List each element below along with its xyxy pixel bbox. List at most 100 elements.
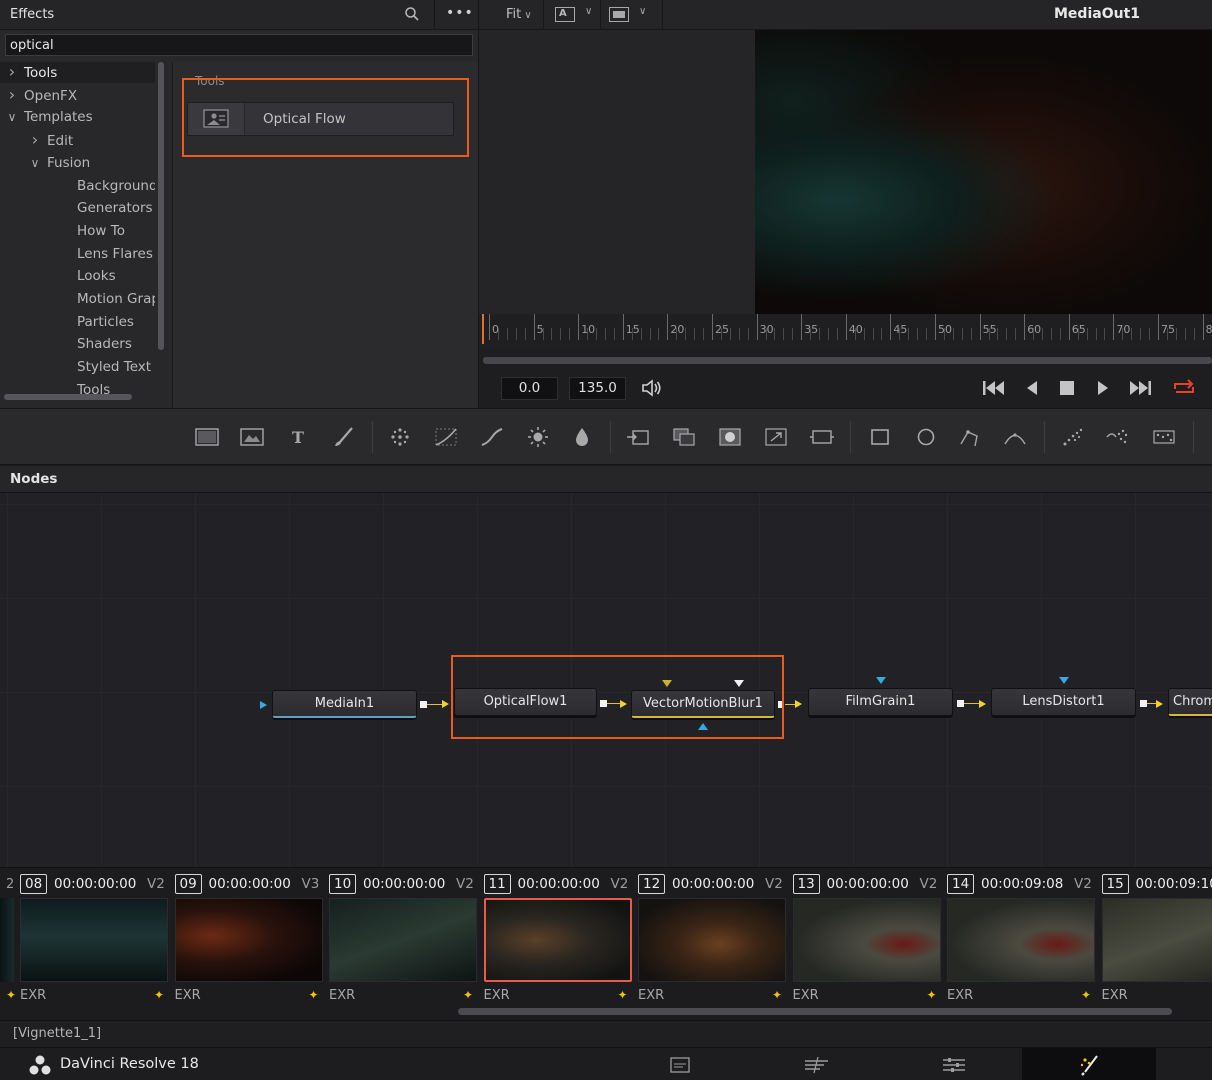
clip-item[interactable]: 12 00:00:00:00 V2 EXR ✦ <box>618 874 786 1014</box>
ruler-tick <box>1158 314 1159 340</box>
ruler-tick <box>1202 314 1204 340</box>
clip-item[interactable]: 14 00:00:09:08 V2 EXR ✦ <box>927 874 1095 1014</box>
ruler-minor-tick <box>640 328 642 340</box>
nodes-header <box>0 466 1212 493</box>
polygon-mask-icon[interactable] <box>956 425 984 449</box>
tree-item-fusion[interactable]: ∨ Fusion <box>0 152 155 174</box>
chevron-down-icon[interactable]: ∨ <box>4 106 20 128</box>
node-lensdistort1[interactable]: LensDistort1 <box>991 688 1136 716</box>
play-reverse-icon[interactable] <box>1025 380 1039 396</box>
blur-tool-icon[interactable] <box>386 425 414 449</box>
tree-item-edit[interactable]: › Edit <box>0 129 155 151</box>
node-chrom[interactable]: Chrom <box>1168 688 1212 716</box>
color-correct-icon[interactable] <box>478 425 506 449</box>
effects-search-input[interactable] <box>5 34 473 56</box>
bspline-mask-icon[interactable] <box>1001 425 1029 449</box>
clip-item[interactable]: 13 00:00:00:00 V2 EXR ✦ <box>773 874 941 1014</box>
tree-item-lens-flares[interactable]: Lens Flares <box>0 243 155 265</box>
clip-item[interactable]: 11 00:00:00:00 V2 EXR ✦ <box>464 874 632 1014</box>
edit-page-icon[interactable] <box>940 1055 968 1075</box>
zoom-fit-dropdown[interactable]: Fit ∨ <box>506 7 532 22</box>
node-output-port[interactable] <box>957 700 964 707</box>
cut-page-icon[interactable] <box>802 1055 832 1075</box>
end-time-field[interactable]: 135.0 <box>569 377 626 400</box>
clip-item[interactable]: 1500:00:09:10EXR✦ <box>1082 874 1212 1014</box>
particle-emitter-icon[interactable] <box>1059 425 1087 449</box>
node-input-arrow <box>1156 700 1163 708</box>
rectangle-mask-icon[interactable] <box>866 425 894 449</box>
ruler-minor-tick <box>596 328 598 340</box>
chevron-down-icon[interactable]: ∨ <box>27 152 43 174</box>
brightness-contrast-icon[interactable] <box>524 425 552 449</box>
clip-item[interactable]: 08 00:00:00:00 V2 EXR ✦ <box>0 874 168 1014</box>
text-tool-icon[interactable]: T <box>284 425 312 449</box>
current-time-field[interactable]: 0.0 <box>501 377 558 400</box>
tree-item-label: Shaders <box>77 336 132 353</box>
chevron-right-icon[interactable]: › <box>4 84 20 106</box>
tree-item-openfx[interactable]: › OpenFX <box>0 84 155 106</box>
transform-tool-icon[interactable] <box>808 425 836 449</box>
background-tool-icon[interactable] <box>193 425 221 449</box>
go-to-end-icon[interactable] <box>1128 380 1152 396</box>
merge-tool-icon[interactable] <box>670 425 698 449</box>
paint-tool-icon[interactable] <box>238 425 266 449</box>
ellipse-mask-icon[interactable] <box>912 425 940 449</box>
viewer-layout-icon[interactable] <box>609 7 629 22</box>
loader-tool-icon[interactable] <box>624 425 652 449</box>
tree-item-label: Looks <box>77 268 116 285</box>
tree-item-motion-graphics[interactable]: Motion Graphics <box>0 288 155 310</box>
tree-item-how-to[interactable]: How To <box>0 220 155 242</box>
go-to-start-icon[interactable] <box>982 380 1006 396</box>
node-output-port[interactable] <box>1140 700 1147 707</box>
particle-render-icon[interactable] <box>1104 425 1132 449</box>
tree-item-particles[interactable]: Particles <box>0 311 155 333</box>
tree-item-generators[interactable]: Generators <box>0 197 155 219</box>
ruler-minor-tick <box>899 328 901 340</box>
brush-tool-icon[interactable] <box>330 425 358 449</box>
tree-item-styled-text[interactable]: Styled Text <box>0 356 155 378</box>
viewer-lut-icon[interactable]: A <box>555 7 575 22</box>
color-curves-icon[interactable] <box>432 425 460 449</box>
tree-vertical-scrollbar[interactable] <box>158 62 164 350</box>
clip-number: 10 <box>329 874 357 894</box>
ruler-minor-tick <box>551 328 553 340</box>
ruler-minor-tick <box>524 328 526 340</box>
clip-item[interactable]: 09 00:00:00:00 V3 EXR ✦ <box>155 874 323 1014</box>
ruler-minor-tick <box>1149 328 1151 340</box>
node-output-port[interactable] <box>420 701 427 708</box>
color-drop-icon[interactable] <box>568 425 596 449</box>
fusion-page-icon[interactable] <box>1077 1054 1103 1076</box>
stop-icon[interactable] <box>1060 381 1074 395</box>
tree-item-backgrounds[interactable]: Backgrounds <box>0 175 155 197</box>
time-ruler[interactable]: 05101520253035404550556065707580 <box>479 314 1212 348</box>
status-bar <box>0 1020 1212 1047</box>
tree-item-looks[interactable]: Looks <box>0 265 155 287</box>
tree-item-label: Generators <box>77 200 153 217</box>
node-mediain1[interactable]: MediaIn1 <box>272 690 417 718</box>
node-filmgrain1[interactable]: FilmGrain1 <box>808 688 953 716</box>
speaker-icon[interactable] <box>640 378 664 398</box>
ruler-minor-tick <box>1050 328 1052 340</box>
playhead[interactable] <box>482 314 484 344</box>
chevron-down-icon[interactable]: ∨ <box>639 6 646 17</box>
tree-item-shaders[interactable]: Shaders <box>0 333 155 355</box>
search-icon[interactable] <box>404 6 420 22</box>
text-3d-icon[interactable] <box>1150 425 1178 449</box>
tree-item-templates[interactable]: ∨ Templates <box>0 106 155 128</box>
tree-horizontal-scrollbar[interactable] <box>4 394 132 400</box>
resize-tool-icon[interactable] <box>762 425 790 449</box>
ruler-minor-tick <box>542 328 544 340</box>
chevron-down-icon[interactable]: ∨ <box>585 6 592 17</box>
matte-control-icon[interactable] <box>716 425 744 449</box>
tree-item-tools[interactable]: › Tools <box>0 62 155 83</box>
more-options-icon[interactable]: ••• <box>446 5 474 21</box>
loop-icon[interactable] <box>1171 378 1197 398</box>
play-icon[interactable] <box>1096 380 1110 396</box>
time-scrub-bar[interactable] <box>483 357 1212 364</box>
chevron-right-icon[interactable]: › <box>4 62 20 83</box>
chevron-right-icon[interactable]: › <box>27 129 43 151</box>
ruler-tick <box>979 314 981 340</box>
clip-item[interactable]: 10 00:00:00:00 V2 EXR ✦ <box>309 874 477 1014</box>
header-divider <box>543 0 544 30</box>
media-page-icon[interactable] <box>668 1055 692 1075</box>
